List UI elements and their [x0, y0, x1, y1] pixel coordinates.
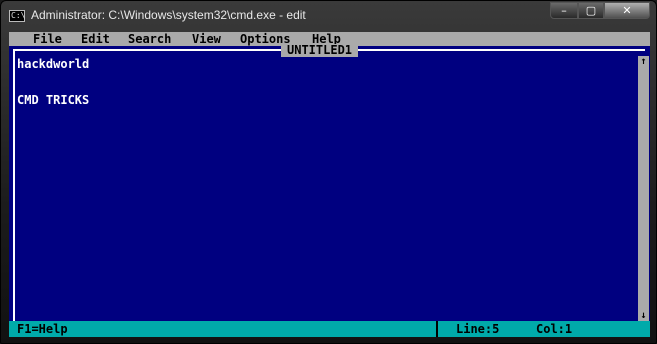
cmd-icon-text: C:\	[11, 11, 26, 20]
menu-view[interactable]: View	[192, 32, 221, 47]
vertical-scrollbar[interactable]: ↑ ↓	[638, 56, 649, 321]
window-title: Administrator: C:\Windows\system32\cmd.e…	[31, 8, 306, 22]
close-button[interactable]: ✕	[604, 2, 650, 19]
menu-search[interactable]: Search	[128, 32, 171, 47]
menu-edit[interactable]: Edit	[81, 32, 110, 47]
status-column-number: Col:1	[536, 322, 573, 336]
status-divider	[436, 321, 438, 337]
editor-frame-left	[13, 49, 15, 321]
cmd-window: C:\ Administrator: C:\Windows\system32\c…	[0, 0, 657, 344]
document-line-1[interactable]: hackdworld	[17, 57, 89, 71]
minimize-button[interactable]: –	[550, 2, 578, 19]
document-line-3[interactable]: CMD TRICKS	[17, 93, 89, 107]
status-bar: F1=Help Line:5 Col:1	[9, 321, 650, 337]
menu-file[interactable]: File	[33, 32, 62, 47]
cmd-app-icon[interactable]: C:\	[9, 10, 25, 22]
maximize-button[interactable]: ▢	[578, 2, 604, 19]
document-title: UNTITLED1	[281, 44, 359, 57]
scroll-up-arrow-icon[interactable]: ↑	[638, 56, 649, 67]
edit-client-area: File Edit Search View Options Help UNTIT…	[9, 32, 650, 337]
title-bar[interactable]: C:\ Administrator: C:\Windows\system32\c…	[1, 1, 656, 31]
window-controls: – ▢ ✕	[550, 2, 650, 20]
scroll-down-arrow-icon[interactable]: ↓	[638, 310, 649, 321]
status-line-number: Line:5	[456, 322, 500, 336]
status-help-hint: F1=Help	[17, 322, 68, 336]
